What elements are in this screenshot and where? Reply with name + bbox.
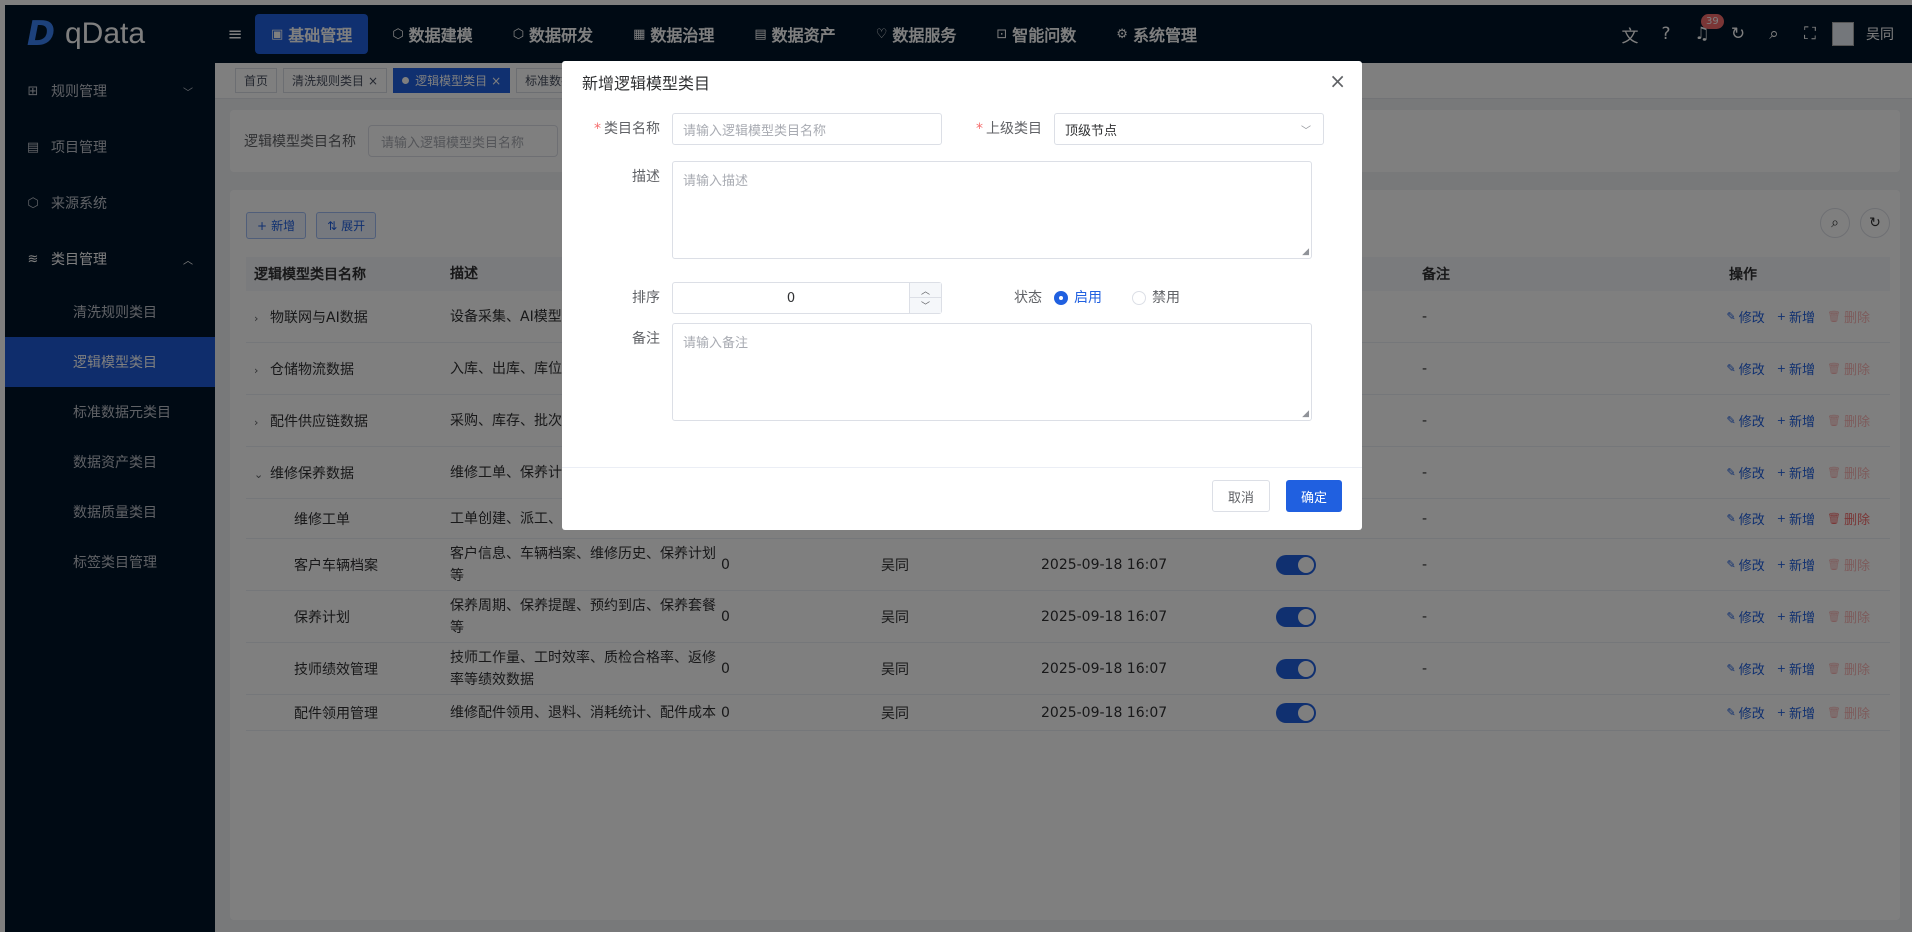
sort-value: 0 — [786, 290, 796, 306]
stepper-arrows: ︿ ﹀ — [909, 283, 941, 313]
remark-textarea[interactable]: 请输入备注 ◢ — [672, 323, 1312, 421]
form-row-sort: 排序 0 ︿ ﹀ — [562, 282, 942, 314]
increment-icon[interactable]: ︿ — [910, 283, 941, 298]
parent-label: * 上级类目 — [942, 113, 1054, 145]
chevron-down-icon: ﹀ — [1301, 125, 1311, 137]
parent-category-select[interactable]: 顶级节点 ﹀ — [1054, 113, 1324, 145]
desc-placeholder: 请输入描述 — [683, 174, 749, 189]
sort-stepper[interactable]: 0 ︿ ﹀ — [672, 282, 942, 314]
close-icon[interactable]: × — [1329, 69, 1346, 93]
category-name-input[interactable]: 请输入逻辑模型类目名称 — [672, 113, 942, 145]
required-mark: * — [594, 121, 601, 137]
parent-select-value: 顶级节点 — [1065, 123, 1118, 139]
resize-handle-icon[interactable]: ◢ — [1302, 247, 1309, 257]
decrement-icon[interactable]: ﹀ — [910, 298, 941, 313]
form-row-desc: 描述 请输入描述 ◢ — [562, 161, 1312, 259]
name-label-text: 类目名称 — [604, 121, 660, 137]
remark-label: 备注 — [632, 331, 660, 347]
confirm-button[interactable]: 确定 — [1286, 480, 1343, 512]
status-disabled-radio[interactable]: 禁用 — [1132, 282, 1180, 314]
desc-label: 描述 — [632, 169, 660, 185]
radio-checked-icon — [1054, 291, 1068, 305]
resize-handle-icon[interactable]: ◢ — [1302, 409, 1309, 419]
status-label: 状态 — [1014, 290, 1042, 306]
add-category-dialog: 新增逻辑模型类目 × * 类目名称 请输入逻辑模型类目名称 * 上级类目 顶级节点 ﹀… — [562, 61, 1362, 530]
form-row-remark: 备注 请输入备注 ◢ — [562, 323, 1312, 421]
form-row-status: 状态 启用 禁用 — [942, 282, 1210, 314]
cancel-button[interactable]: 取消 — [1212, 480, 1271, 512]
sort-label: 排序 — [632, 290, 660, 306]
dialog-title: 新增逻辑模型类目 — [582, 74, 711, 93]
radio-label: 启用 — [1074, 290, 1102, 306]
radio-unchecked-icon — [1132, 291, 1146, 305]
required-mark: * — [976, 121, 983, 137]
name-label: * 类目名称 — [562, 113, 672, 145]
form-row-name: * 类目名称 请输入逻辑模型类目名称 — [562, 113, 942, 145]
status-enabled-radio[interactable]: 启用 — [1054, 282, 1102, 314]
dialog-footer: 取消 确定 — [562, 467, 1362, 530]
description-textarea[interactable]: 请输入描述 ◢ — [672, 161, 1312, 259]
parent-label-text: 上级类目 — [986, 121, 1042, 137]
radio-label: 禁用 — [1152, 290, 1180, 306]
remark-placeholder: 请输入备注 — [683, 336, 749, 351]
form-row-parent: * 上级类目 顶级节点 ﹀ — [942, 113, 1324, 145]
